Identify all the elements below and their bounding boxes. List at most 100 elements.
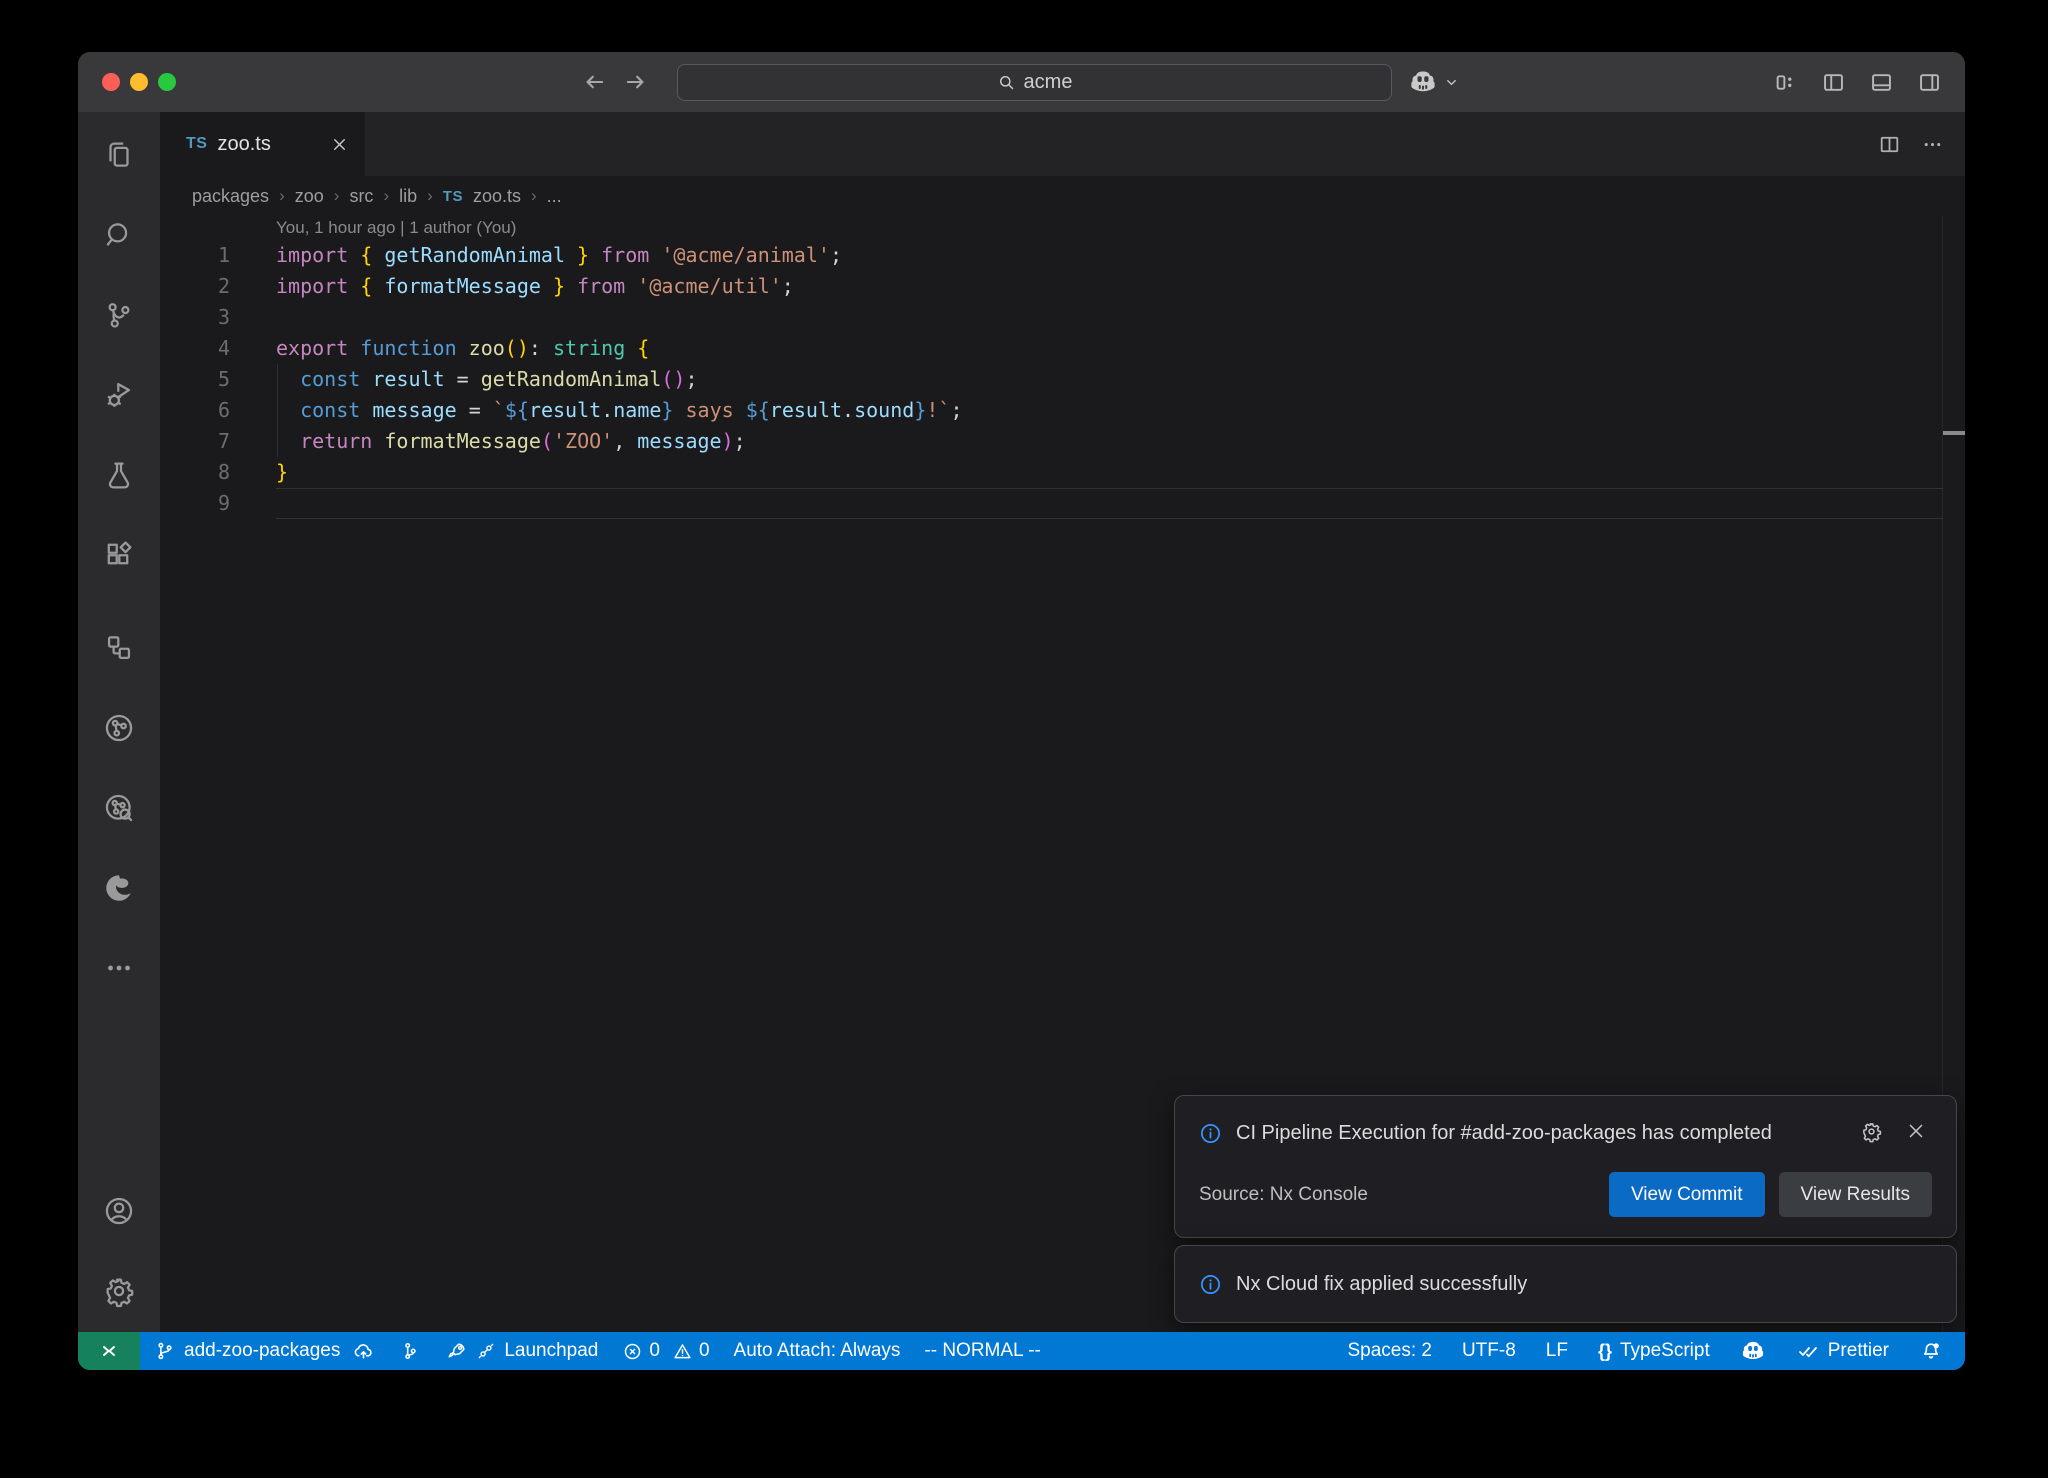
sidebar-item-nx-cloud[interactable] (102, 791, 136, 825)
close-window-button[interactable] (102, 73, 120, 91)
breadcrumb-item-file[interactable]: zoo.ts (473, 186, 521, 207)
code-line[interactable]: 5 const result = getRandomAnimal(); (160, 364, 1965, 395)
notification-message: CI Pipeline Execution for #add-zoo-packa… (1236, 1110, 1846, 1156)
more-views-icon[interactable] (102, 951, 136, 985)
settings-gear-icon[interactable] (102, 1274, 136, 1308)
view-results-button[interactable]: View Results (1779, 1172, 1932, 1217)
rocket-icon (445, 1340, 468, 1363)
sidebar-item-search[interactable] (102, 218, 136, 252)
tab-label: zoo.ts (217, 133, 270, 156)
codelens-blame[interactable]: You, 1 hour ago | 1 author (You) (160, 216, 1965, 240)
toggle-primary-sidebar-icon[interactable] (1820, 69, 1847, 96)
error-icon (622, 1341, 643, 1362)
code-text: } (276, 457, 1943, 488)
code-editor[interactable]: You, 1 hour ago | 1 author (You) 1import… (160, 216, 1965, 1332)
launchpad-status[interactable]: Launchpad (445, 1340, 598, 1363)
customize-layout-icon[interactable] (1772, 69, 1799, 96)
code-line[interactable]: 8} (160, 457, 1965, 488)
info-icon (1199, 1122, 1222, 1145)
sidebar-item-remote-explorer[interactable] (102, 631, 136, 665)
code-text: const message = `${result.name} says ${r… (276, 395, 1943, 426)
toggle-secondary-sidebar-icon[interactable] (1916, 69, 1943, 96)
sidebar-item-nx-console[interactable] (102, 711, 136, 745)
tab-zoo-ts[interactable]: TS zoo.ts (160, 112, 365, 176)
breadcrumb-item[interactable]: packages (192, 186, 269, 207)
language-status[interactable]: {} TypeScript (1598, 1340, 1710, 1362)
overview-ruler-marker (1943, 431, 1965, 435)
code-line[interactable]: 2import { formatMessage } from '@acme/ut… (160, 271, 1965, 302)
chevron-down-icon (1444, 75, 1459, 90)
copilot-menu[interactable] (1408, 52, 1459, 112)
indentation-status[interactable]: Spaces: 2 (1347, 1340, 1432, 1362)
line-number: 9 (160, 488, 276, 519)
auto-attach-status[interactable]: Auto Attach: Always (734, 1340, 901, 1362)
warning-icon (672, 1341, 693, 1362)
auto-attach-label: Auto Attach: Always (734, 1340, 901, 1362)
breadcrumb-separator: › (334, 186, 340, 206)
split-editor-icon[interactable] (1877, 132, 1902, 157)
branch-name: add-zoo-packages (184, 1340, 340, 1362)
error-count: 0 (649, 1340, 660, 1362)
sidebar-item-source-control[interactable] (102, 298, 136, 332)
minimize-window-button[interactable] (130, 73, 148, 91)
code-line[interactable]: 7 return formatMessage('ZOO', message); (160, 426, 1965, 457)
indent-guide (277, 364, 278, 457)
notifications-bell[interactable] (1919, 1339, 1943, 1363)
notification-gear-icon[interactable] (1860, 1120, 1883, 1143)
code-line[interactable]: 1import { getRandomAnimal } from '@acme/… (160, 240, 1965, 271)
code-text: return formatMessage('ZOO', message); (276, 426, 1943, 457)
back-arrow-icon[interactable] (580, 68, 608, 96)
sidebar-item-edge-tools[interactable] (102, 871, 136, 905)
publish-cloud-icon (352, 1340, 375, 1363)
notification-close-icon[interactable] (1905, 1120, 1927, 1143)
launchpad-label: Launchpad (504, 1340, 598, 1362)
code-lines: 1import { getRandomAnimal } from '@acme/… (160, 240, 1965, 519)
command-center-search[interactable]: acme (677, 64, 1392, 101)
view-commit-button[interactable]: View Commit (1609, 1172, 1765, 1217)
sidebar-item-extensions[interactable] (102, 538, 136, 572)
toggle-panel-icon[interactable] (1868, 69, 1895, 96)
formatter-status[interactable]: Prettier (1796, 1339, 1889, 1363)
git-branch-status[interactable]: add-zoo-packages (154, 1340, 375, 1363)
zoom-window-button[interactable] (158, 73, 176, 91)
encoding-status[interactable]: UTF-8 (1462, 1340, 1516, 1362)
formatter-label: Prettier (1828, 1340, 1889, 1362)
sidebar-item-explorer[interactable] (102, 138, 136, 172)
sidebar-item-testing[interactable] (102, 458, 136, 492)
breadcrumb-item[interactable]: lib (399, 186, 417, 207)
typescript-file-icon: TS (186, 135, 207, 153)
double-check-icon (1796, 1339, 1820, 1363)
window-controls (102, 52, 176, 112)
encoding-label: UTF-8 (1462, 1340, 1516, 1362)
close-tab-icon[interactable] (330, 135, 349, 154)
eol-status[interactable]: LF (1546, 1340, 1568, 1362)
more-actions-icon[interactable] (1920, 132, 1945, 157)
vim-mode-status[interactable]: -- NORMAL -- (924, 1340, 1040, 1362)
breadcrumb-item[interactable]: zoo (295, 186, 324, 207)
warning-count: 0 (699, 1340, 710, 1362)
eol-label: LF (1546, 1340, 1568, 1362)
line-number: 8 (160, 457, 276, 488)
copilot-status[interactable] (1740, 1338, 1766, 1364)
breadcrumb-item[interactable]: src (349, 186, 373, 207)
info-icon (1199, 1273, 1222, 1296)
notification-toast: CI Pipeline Execution for #add-zoo-packa… (1174, 1095, 1957, 1238)
git-graph-icon (399, 1340, 421, 1362)
source-control-graph-status[interactable] (399, 1340, 421, 1362)
line-number: 6 (160, 395, 276, 426)
problems-status[interactable]: 0 0 (622, 1340, 709, 1362)
code-text (276, 302, 1943, 333)
code-line[interactable]: 3 (160, 302, 1965, 333)
sidebar-item-run-and-debug[interactable] (102, 378, 136, 412)
forward-arrow-icon[interactable] (622, 68, 650, 96)
spaces-label: Spaces: 2 (1347, 1340, 1432, 1362)
code-line[interactable]: 6 const message = `${result.name} says $… (160, 395, 1965, 426)
bell-icon (1919, 1339, 1943, 1363)
breadcrumb-overflow[interactable]: ... (547, 186, 562, 207)
code-line[interactable]: 9 (160, 488, 1965, 519)
code-line[interactable]: 4export function zoo(): string { (160, 333, 1965, 364)
activity-bar (78, 112, 160, 1332)
remote-indicator[interactable] (78, 1332, 140, 1370)
accounts-icon[interactable] (102, 1194, 136, 1228)
notification-source: Source: Nx Console (1199, 1184, 1368, 1206)
